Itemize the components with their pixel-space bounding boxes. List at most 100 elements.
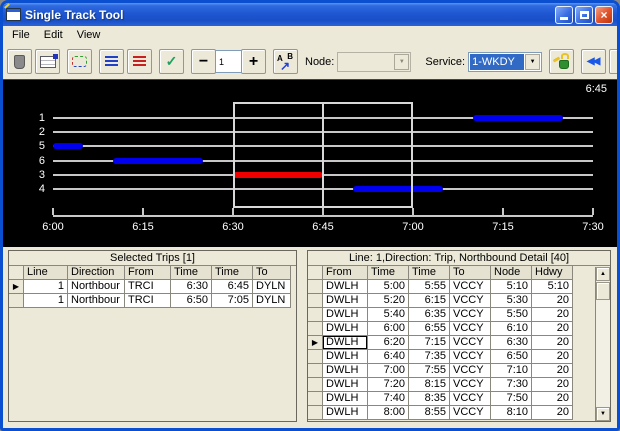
- cell[interactable]: 6:10: [490, 321, 532, 336]
- column-header-to[interactable]: To: [252, 265, 291, 280]
- table-row[interactable]: DWLH 6:40 7:35 VCCY 6:50 20: [308, 349, 573, 364]
- cell[interactable]: 7:15: [408, 335, 450, 350]
- cell[interactable]: 1: [23, 279, 68, 294]
- row-marker[interactable]: [308, 363, 323, 378]
- cell[interactable]: DWLH: [322, 307, 368, 322]
- cell[interactable]: 5:10: [531, 279, 573, 294]
- cell[interactable]: 6:40: [367, 349, 409, 364]
- previous-trip-button[interactable]: ◀: [609, 49, 617, 74]
- cell[interactable]: Northbour: [67, 279, 125, 294]
- cell[interactable]: 8:10: [490, 405, 532, 420]
- selection-box[interactable]: [233, 102, 413, 208]
- table-row[interactable]: 1 Northbour TRCI 6:50 7:05 DYLN: [9, 293, 291, 308]
- cell[interactable]: VCCY: [449, 293, 491, 308]
- trip-segment[interactable]: [53, 143, 83, 150]
- row-marker[interactable]: [308, 377, 323, 392]
- plot-area[interactable]: 6:00 6:15 6:30 6:45 7:00 7:15 7:30: [42, 80, 604, 247]
- cell[interactable]: 7:10: [490, 363, 532, 378]
- menu-file[interactable]: File: [5, 28, 37, 42]
- cell[interactable]: DWLH: [322, 293, 368, 308]
- trip-segment[interactable]: [473, 115, 563, 121]
- row-marker[interactable]: [308, 349, 323, 364]
- cell[interactable]: 7:40: [367, 391, 409, 406]
- cell[interactable]: TRCI: [124, 279, 171, 294]
- row-marker[interactable]: [308, 405, 323, 420]
- cell[interactable]: DWLH: [322, 363, 368, 378]
- service-select[interactable]: 1-WKDY ▼: [468, 51, 543, 72]
- column-header-from[interactable]: From: [322, 265, 368, 280]
- row-marker[interactable]: [308, 293, 323, 308]
- table-row[interactable]: DWLH 7:20 8:15 VCCY 7:30 20: [308, 377, 573, 392]
- vertical-scrollbar[interactable]: ▲ ▼: [595, 267, 610, 421]
- cell[interactable]: 6:55: [408, 321, 450, 336]
- cell[interactable]: 5:20: [367, 293, 409, 308]
- cell[interactable]: 5:00: [367, 279, 409, 294]
- cell[interactable]: DWLH: [322, 321, 368, 336]
- cell[interactable]: DWLH: [322, 405, 368, 420]
- cell[interactable]: VCCY: [449, 349, 491, 364]
- cell[interactable]: 6:50: [490, 349, 532, 364]
- cell[interactable]: 6:30: [170, 279, 212, 294]
- cell[interactable]: 20: [531, 391, 573, 406]
- cell[interactable]: 6:15: [408, 293, 450, 308]
- cell[interactable]: VCCY: [449, 335, 491, 350]
- menu-view[interactable]: View: [70, 28, 108, 42]
- cell[interactable]: 6:30: [490, 335, 532, 350]
- close-button[interactable]: ×: [595, 5, 613, 24]
- scroll-up-button[interactable]: ▲: [596, 267, 610, 281]
- row-marker[interactable]: [308, 321, 323, 336]
- minimize-button[interactable]: [555, 5, 573, 24]
- cell[interactable]: 1: [23, 293, 68, 308]
- cell[interactable]: DWLH: [322, 377, 368, 392]
- table-row[interactable]: DWLH 5:40 6:35 VCCY 5:50 20: [308, 307, 573, 322]
- cell[interactable]: 5:40: [367, 307, 409, 322]
- cell[interactable]: 6:50: [170, 293, 212, 308]
- cell[interactable]: 5:30: [490, 293, 532, 308]
- scrollbar-thumb[interactable]: [596, 282, 610, 300]
- cell[interactable]: DWLH: [322, 391, 368, 406]
- column-header-from[interactable]: From: [124, 265, 171, 280]
- column-header-line[interactable]: Line: [23, 265, 68, 280]
- cell[interactable]: DWLH: [322, 335, 368, 350]
- cell[interactable]: 7:35: [408, 349, 450, 364]
- column-header-node[interactable]: Node: [490, 265, 532, 280]
- cell[interactable]: 7:00: [367, 363, 409, 378]
- first-trip-button[interactable]: ◀◀: [581, 49, 607, 74]
- a-to-b-button[interactable]: A B ↗: [273, 49, 298, 74]
- cell[interactable]: VCCY: [449, 307, 491, 322]
- column-header-time[interactable]: Time: [170, 265, 212, 280]
- cell[interactable]: DWLH: [322, 279, 368, 294]
- apply-service-button[interactable]: [549, 49, 575, 74]
- cell[interactable]: 20: [531, 307, 573, 322]
- row-marker[interactable]: ▶: [9, 279, 24, 294]
- column-header-time[interactable]: Time: [367, 265, 409, 280]
- cell[interactable]: DYLN: [252, 293, 291, 308]
- cell[interactable]: 8:35: [408, 391, 450, 406]
- trip-segment[interactable]: [113, 157, 203, 164]
- cell[interactable]: 20: [531, 335, 573, 350]
- cell[interactable]: Northbour: [67, 293, 125, 308]
- interval-input[interactable]: [215, 50, 242, 73]
- cell[interactable]: DWLH: [322, 349, 368, 364]
- column-header-time[interactable]: Time: [408, 265, 450, 280]
- cell[interactable]: 8:55: [408, 405, 450, 420]
- properties-button[interactable]: [35, 49, 60, 74]
- cell[interactable]: 6:45: [211, 279, 253, 294]
- cell[interactable]: VCCY: [449, 279, 491, 294]
- cell[interactable]: 6:35: [408, 307, 450, 322]
- cell[interactable]: 5:55: [408, 279, 450, 294]
- maximize-button[interactable]: [575, 5, 593, 24]
- table-row[interactable]: ▶ 1 Northbour TRCI 6:30 6:45 DYLN: [9, 279, 291, 294]
- column-header-time[interactable]: Time: [211, 265, 253, 280]
- row-marker[interactable]: ▶: [308, 335, 323, 350]
- straight-lines-button[interactable]: [99, 49, 124, 74]
- cell[interactable]: 20: [531, 349, 573, 364]
- table-row[interactable]: DWLH 8:00 8:55 VCCY 8:10 20: [308, 405, 573, 420]
- title-bar[interactable]: Single Track Tool ×: [3, 3, 617, 26]
- cell[interactable]: 7:20: [367, 377, 409, 392]
- column-header-to[interactable]: To: [449, 265, 491, 280]
- cell[interactable]: 8:15: [408, 377, 450, 392]
- table-row[interactable]: DWLH 5:20 6:15 VCCY 5:30 20: [308, 293, 573, 308]
- column-header-hdwy[interactable]: Hdwy: [531, 265, 573, 280]
- cell[interactable]: 20: [531, 321, 573, 336]
